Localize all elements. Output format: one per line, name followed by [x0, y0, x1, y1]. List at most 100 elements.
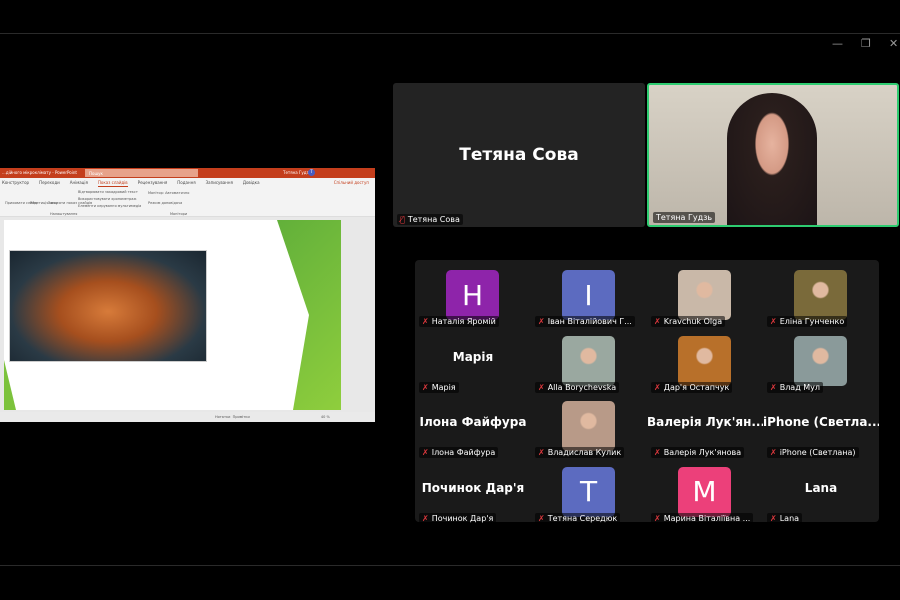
- participant-display-name: Ілона Файфура: [419, 415, 527, 429]
- name-label: ✗ iPhone (Светлана): [767, 447, 859, 458]
- ppt-tab[interactable]: Конструктор: [2, 180, 29, 187]
- participant-tile[interactable]: Ілона Файфура ✗ Ілона Файфура: [415, 395, 531, 460]
- name-label: ✗ Дар'я Остапчук: [651, 381, 733, 393]
- shared-screen-powerpoint: ...дійного мікроклімату - PowerPoint Пош…: [0, 168, 375, 422]
- slide-decoration: [277, 220, 341, 410]
- ppt-tab-active[interactable]: Показ слайдів: [97, 180, 128, 187]
- ppt-tab[interactable]: Переходи: [39, 180, 60, 187]
- avatar-initial: I: [584, 278, 593, 312]
- avatar-initial: H: [461, 278, 484, 312]
- name-label: ✗ Марія: [419, 381, 459, 393]
- avatar: I: [562, 270, 615, 320]
- ppt-share[interactable]: Спільний доступ: [334, 180, 369, 187]
- participant-tile[interactable]: iPhone (Светла... ✗ iPhone (Светлана): [763, 395, 879, 460]
- name-text: Владислав Кулик: [547, 448, 622, 457]
- ppt-search-text: Пошук: [89, 171, 103, 176]
- participant-tile[interactable]: ✗ Еліна Гунченко: [763, 264, 879, 329]
- name-label: ✗ Lana: [767, 512, 803, 524]
- slide: [4, 220, 341, 410]
- name-label: 🎙̸ Тетяна Сова: [397, 214, 463, 225]
- slide-decoration: [4, 360, 16, 410]
- maximize-button[interactable]: ❐: [861, 37, 871, 50]
- close-button[interactable]: ✕: [889, 37, 898, 50]
- ppt-statusbar: Нотатки Примітки 40 %: [0, 412, 375, 422]
- name-text: Kravchuk Olga: [663, 317, 723, 326]
- ppt-tab[interactable]: Рецензування: [138, 180, 168, 187]
- participant-display-name: Lana: [804, 480, 838, 495]
- mic-muted-icon: ✗: [422, 513, 429, 523]
- active-speaker-tile[interactable]: Тетяна Гудзь: [647, 83, 899, 227]
- ppt-tabs: Конструктор Переходи Анімація Показ слай…: [0, 178, 375, 187]
- participant-tile[interactable]: ✗ Alla Borychevska: [531, 330, 647, 395]
- name-label: ✗ Еліна Гунченко: [767, 316, 848, 327]
- participant-tile[interactable]: Валерія Лук'ян... ✗ Валерія Лук'янова: [647, 395, 763, 460]
- name-label: Тетяна Гудзь: [653, 212, 716, 223]
- participant-tile[interactable]: ✗ Владислав Кулик: [531, 395, 647, 460]
- mic-muted-icon: ✗: [422, 317, 429, 326]
- participant-tile[interactable]: Починок Дар'я ✗ Починок Дар'я: [415, 461, 531, 526]
- participant-tile[interactable]: Марія ✗ Марія: [415, 330, 531, 395]
- ppt-search[interactable]: Пошук: [85, 169, 198, 177]
- mic-muted-icon: ✗: [538, 448, 545, 457]
- avatar-photo: [794, 270, 847, 320]
- mic-muted-icon: ✗: [538, 317, 545, 326]
- ribbon-item[interactable]: Використовувати хронометраж: [78, 197, 137, 201]
- avatar-photo: [678, 270, 731, 320]
- speaker-video: [727, 93, 817, 225]
- name-text: Ілона Файфура: [431, 448, 496, 457]
- participant-display-name: Починок Дар'я: [421, 480, 525, 495]
- name-text: Alla Borychevska: [547, 382, 617, 392]
- ppt-tab[interactable]: Довідка: [243, 180, 260, 187]
- mic-muted-icon: ✗: [654, 317, 661, 326]
- avatar-photo: [678, 335, 731, 386]
- avatar: M: [678, 466, 731, 517]
- name-label: ✗ Тетяна Середюк: [535, 512, 621, 524]
- ppt-title: ...дійного мікроклімату - PowerPoint: [2, 170, 77, 175]
- mic-muted-icon: ✗: [654, 448, 661, 457]
- mic-muted-icon: ✗: [654, 382, 661, 392]
- name-label: ✗ Владислав Кулик: [535, 447, 625, 458]
- participant-tile[interactable]: Lana ✗ Lana: [763, 461, 879, 526]
- name-text: Починок Дар'я: [431, 513, 494, 523]
- name-label: ✗ Марина Віталіївна ...: [651, 512, 754, 524]
- notes-button[interactable]: Нотатки: [215, 415, 230, 419]
- comments-button[interactable]: Примітки: [233, 415, 250, 419]
- participant-tile[interactable]: M ✗ Марина Віталіївна ...: [647, 461, 763, 526]
- name-label: ✗ Ілона Файфура: [419, 447, 499, 458]
- mic-muted-icon: ✗: [422, 448, 429, 457]
- mic-muted-icon: ✗: [770, 382, 777, 392]
- ribbon-item[interactable]: Режим доповідача: [148, 201, 182, 205]
- participant-display-name: Валерія Лук'ян...: [647, 415, 763, 429]
- participant-tile[interactable]: H ✗ Наталія Яромій: [415, 264, 531, 329]
- participant-tile[interactable]: T ✗ Тетяна Середюк: [531, 461, 647, 526]
- name-text: Дар'я Остапчук: [663, 382, 730, 392]
- minimize-button[interactable]: —: [832, 37, 843, 50]
- name-text: Іван Віталійович Г...: [547, 317, 632, 326]
- name-text: Тетяна Гудзь: [656, 213, 713, 222]
- ppt-titlebar: ...дійного мікроклімату - PowerPoint Пош…: [0, 168, 375, 178]
- ppt-tab[interactable]: Записування: [206, 180, 233, 187]
- name-text: Наталія Яромій: [431, 317, 496, 326]
- mic-muted-icon: ✗: [422, 382, 429, 392]
- participant-tile[interactable]: ✗ Влад Мул: [763, 330, 879, 395]
- mic-muted-icon: ✗: [538, 382, 545, 392]
- name-text: iPhone (Светлана): [779, 448, 856, 457]
- name-text: Lana: [779, 513, 800, 523]
- participant-display-name: Марія: [452, 349, 494, 364]
- mic-muted-icon: 🎙̸: [400, 215, 405, 224]
- participant-tile[interactable]: ✗ Дар'я Остапчук: [647, 330, 763, 395]
- ppt-tab[interactable]: Анімація: [70, 180, 88, 187]
- participant-tile[interactable]: ✗ Kravchuk Olga: [647, 264, 763, 329]
- mic-muted-icon: ✗: [770, 513, 777, 523]
- ppt-user-avatar: Т: [308, 169, 315, 176]
- ribbon-item[interactable]: Відтворювати закадровий текст: [78, 190, 138, 194]
- ribbon-item[interactable]: Монітор: Автоматично: [148, 191, 189, 195]
- top-divider: [0, 33, 900, 34]
- speaker-tile[interactable]: Тетяна Сова 🎙̸ Тетяна Сова: [393, 83, 645, 227]
- avatar: T: [562, 466, 615, 517]
- name-label: ✗ Kravchuk Olga: [651, 316, 726, 327]
- ribbon-item[interactable]: Елементи керування мультимедіа: [78, 204, 141, 208]
- ppt-tab[interactable]: Подання: [177, 180, 195, 187]
- participant-tile[interactable]: I ✗ Іван Віталійович Г...: [531, 264, 647, 329]
- name-text: Марина Віталіївна ...: [663, 513, 751, 523]
